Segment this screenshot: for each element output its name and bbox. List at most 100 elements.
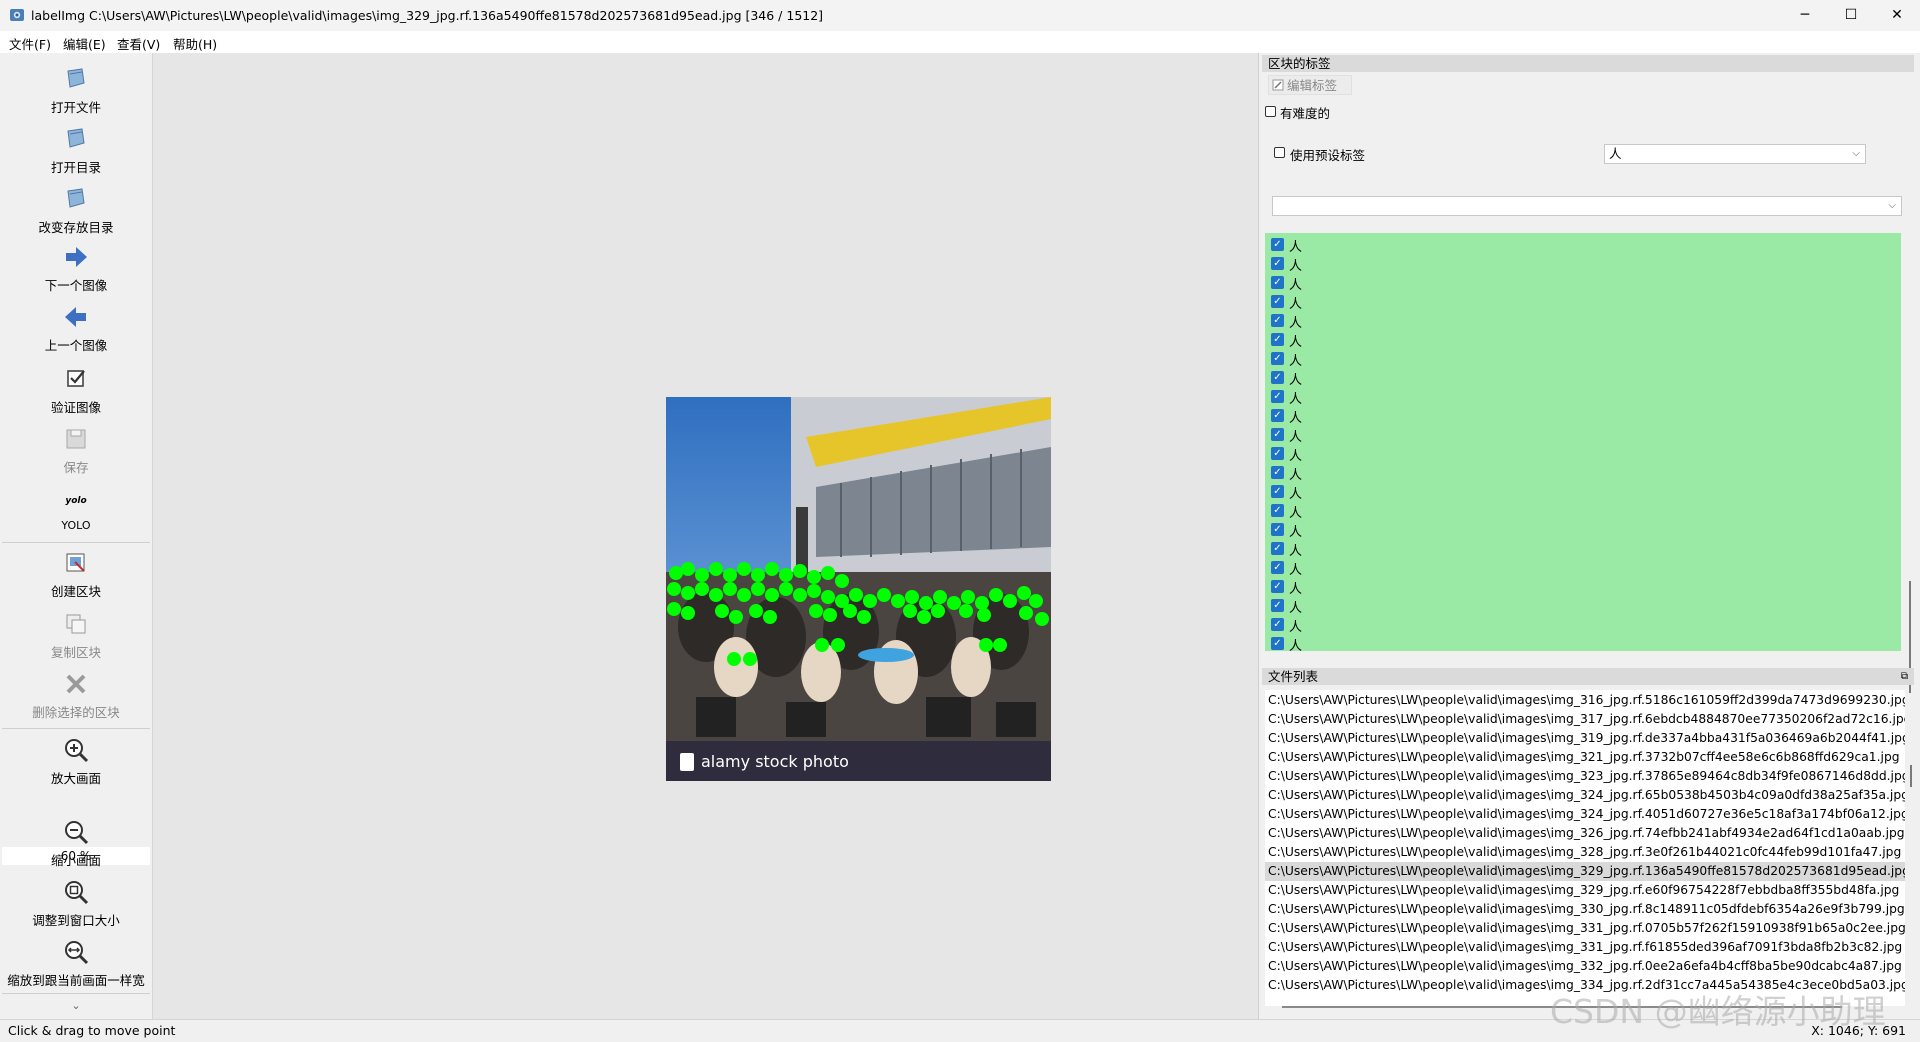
label-visible-checkbox[interactable]: ✓ xyxy=(1271,561,1284,574)
file-list-item[interactable]: C:\Users\AW\Pictures\LW\people\valid\ima… xyxy=(1265,843,1905,862)
label-visible-checkbox[interactable]: ✓ xyxy=(1271,618,1284,631)
label-list-item[interactable]: ✓ 人 xyxy=(1265,349,1901,369)
duplicate-box-button[interactable]: 复制区块 xyxy=(0,610,152,661)
close-button[interactable]: ✕ xyxy=(1874,0,1920,31)
label-visible-checkbox[interactable]: ✓ xyxy=(1271,371,1284,384)
file-list-item[interactable]: C:\Users\AW\Pictures\LW\people\valid\ima… xyxy=(1265,805,1905,824)
box-label-list[interactable]: ✓ 人 ✓ 人 ✓ 人 ✓ 人 ✓ 人 ✓ 人 ✓ 人 ✓ 人 ✓ 人 ✓ 人 ✓ 人 ✓ 人 ✓ 人 ✓ 人 ✓ 人 ✓ 人 ✓ 人 ✓ 人 ✓ 人 ✓ 人… xyxy=(1265,233,1901,651)
label-list-item[interactable]: ✓ 人 xyxy=(1265,463,1901,483)
file-list-item[interactable]: C:\Users\AW\Pictures\LW\people\valid\ima… xyxy=(1265,919,1905,938)
label-list-item[interactable]: ✓ 人 xyxy=(1265,406,1901,426)
file-list[interactable]: C:\Users\AW\Pictures\LW\people\valid\ima… xyxy=(1265,690,1905,1006)
file-list-item[interactable]: C:\Users\AW\Pictures\LW\people\valid\ima… xyxy=(1265,824,1905,843)
fit-window-button[interactable]: 调整到窗口大小 xyxy=(0,878,152,929)
zoom-in-button[interactable]: 放大画面 xyxy=(0,736,152,787)
difficult-checkbox[interactable] xyxy=(1265,106,1276,117)
undock-icon[interactable]: ⧉ xyxy=(1901,668,1908,685)
delete-box-button[interactable]: 删除选择的区块 xyxy=(0,670,152,721)
save-button[interactable]: 保存 xyxy=(0,425,152,476)
file-list-item[interactable]: C:\Users\AW\Pictures\LW\people\valid\ima… xyxy=(1265,691,1905,710)
label-visible-checkbox[interactable]: ✓ xyxy=(1271,314,1284,327)
open-dir-button[interactable]: 打开目录 xyxy=(0,125,152,176)
minimize-button[interactable]: ─ xyxy=(1782,0,1828,31)
label-list-item[interactable]: ✓ 人 xyxy=(1265,425,1901,445)
label-list-item[interactable]: ✓ 人 xyxy=(1265,596,1901,616)
label-list-item[interactable]: ✓ 人 xyxy=(1265,292,1901,312)
menu-view[interactable]: 查看(V) xyxy=(117,34,160,53)
prev-image-button[interactable]: 上一个图像 xyxy=(0,303,152,354)
edit-label-button[interactable]: 编辑标签 xyxy=(1268,75,1352,95)
label-filter-combo[interactable]: ⌵ xyxy=(1272,196,1902,216)
create-box-button[interactable]: 创建区块 xyxy=(0,549,152,600)
fit-width-button[interactable]: 缩放到跟当前画面一样宽 xyxy=(0,938,152,989)
menu-help[interactable]: 帮助(H) xyxy=(173,34,217,53)
label-visible-checkbox[interactable]: ✓ xyxy=(1271,257,1284,270)
label-visible-checkbox[interactable]: ✓ xyxy=(1271,504,1284,517)
label-item-text: 人 xyxy=(1289,544,1303,559)
file-list-item[interactable]: C:\Users\AW\Pictures\LW\people\valid\ima… xyxy=(1265,748,1905,767)
label-list-item[interactable]: ✓ 人 xyxy=(1265,577,1901,597)
label-list-item[interactable]: ✓ 人 xyxy=(1265,235,1901,255)
label-visible-checkbox[interactable]: ✓ xyxy=(1271,390,1284,403)
label-visible-checkbox[interactable]: ✓ xyxy=(1271,295,1284,308)
label-visible-checkbox[interactable]: ✓ xyxy=(1271,637,1284,650)
label-visible-checkbox[interactable]: ✓ xyxy=(1271,542,1284,555)
label-list-item[interactable]: ✓ 人 xyxy=(1265,501,1901,521)
label-list-item[interactable]: ✓ 人 xyxy=(1265,387,1901,407)
label-list-item[interactable]: ✓ 人 xyxy=(1265,311,1901,331)
file-list-scroll-thumb[interactable] xyxy=(1910,765,1912,787)
label-list-item[interactable]: ✓ 人 xyxy=(1265,254,1901,274)
file-list-item[interactable]: C:\Users\AW\Pictures\LW\people\valid\ima… xyxy=(1265,957,1905,976)
verify-image-button[interactable]: 验证图像 xyxy=(0,365,152,416)
use-default-label-checkbox[interactable] xyxy=(1274,147,1285,158)
file-list-item[interactable]: C:\Users\AW\Pictures\LW\people\valid\ima… xyxy=(1265,710,1905,729)
label-visible-checkbox[interactable]: ✓ xyxy=(1271,276,1284,289)
fit-width-icon xyxy=(65,941,89,965)
file-list-item[interactable]: C:\Users\AW\Pictures\LW\people\valid\ima… xyxy=(1265,900,1905,919)
format-yolo-button[interactable]: yolo YOLO xyxy=(0,487,152,532)
file-list-item[interactable]: C:\Users\AW\Pictures\LW\people\valid\ima… xyxy=(1265,767,1905,786)
image-canvas[interactable]: alamy stock photo xyxy=(153,53,1259,1019)
label-list-item[interactable]: ✓ 人 xyxy=(1265,482,1901,502)
label-list-item[interactable]: ✓ 人 xyxy=(1265,634,1901,651)
label-visible-checkbox[interactable]: ✓ xyxy=(1271,352,1284,365)
label-list-item[interactable]: ✓ 人 xyxy=(1265,615,1901,635)
menu-file[interactable]: 文件(F) xyxy=(9,34,51,53)
label-list-item[interactable]: ✓ 人 xyxy=(1265,539,1901,559)
label-list-scrollbar[interactable] xyxy=(1906,233,1914,693)
next-image-label: 下一个图像 xyxy=(44,278,108,293)
open-file-icon xyxy=(67,68,85,88)
menu-edit[interactable]: 编辑(E) xyxy=(63,34,106,53)
next-image-button[interactable]: 下一个图像 xyxy=(0,243,152,294)
arrow-right-icon xyxy=(66,247,87,267)
label-visible-checkbox[interactable]: ✓ xyxy=(1271,333,1284,346)
label-list-item[interactable]: ✓ 人 xyxy=(1265,368,1901,388)
label-list-item[interactable]: ✓ 人 xyxy=(1265,558,1901,578)
toolbar-more-chevron-icon[interactable]: ⌄ xyxy=(0,999,152,1012)
label-list-item[interactable]: ✓ 人 xyxy=(1265,520,1901,540)
label-visible-checkbox[interactable]: ✓ xyxy=(1271,409,1284,422)
label-list-item[interactable]: ✓ 人 xyxy=(1265,330,1901,350)
label-visible-checkbox[interactable]: ✓ xyxy=(1271,447,1284,460)
file-list-item[interactable]: C:\Users\AW\Pictures\LW\people\valid\ima… xyxy=(1265,786,1905,805)
default-label-combo[interactable]: 人 ⌵ xyxy=(1604,144,1866,164)
label-visible-checkbox[interactable]: ✓ xyxy=(1271,238,1284,251)
file-list-item[interactable]: C:\Users\AW\Pictures\LW\people\valid\ima… xyxy=(1265,938,1905,957)
file-list-item[interactable]: C:\Users\AW\Pictures\LW\people\valid\ima… xyxy=(1265,729,1905,748)
file-list-item[interactable]: C:\Users\AW\Pictures\LW\people\valid\ima… xyxy=(1265,862,1905,881)
label-list-item[interactable]: ✓ 人 xyxy=(1265,444,1901,464)
label-visible-checkbox[interactable]: ✓ xyxy=(1271,466,1284,479)
open-file-button[interactable]: 打开文件 xyxy=(0,65,152,116)
maximize-button[interactable]: ☐ xyxy=(1828,0,1874,31)
label-visible-checkbox[interactable]: ✓ xyxy=(1271,428,1284,441)
label-visible-checkbox[interactable]: ✓ xyxy=(1271,523,1284,536)
zoom-out-button[interactable]: 缩小画面 xyxy=(0,818,152,869)
file-list-panel-title: 文件列表 ⧉ xyxy=(1262,668,1914,685)
yolo-icon: yolo xyxy=(65,496,87,506)
label-visible-checkbox[interactable]: ✓ xyxy=(1271,599,1284,612)
label-visible-checkbox[interactable]: ✓ xyxy=(1271,485,1284,498)
file-list-item[interactable]: C:\Users\AW\Pictures\LW\people\valid\ima… xyxy=(1265,881,1905,900)
label-visible-checkbox[interactable]: ✓ xyxy=(1271,580,1284,593)
change-save-dir-button[interactable]: 改变存放目录 xyxy=(0,185,152,236)
label-list-item[interactable]: ✓ 人 xyxy=(1265,273,1901,293)
